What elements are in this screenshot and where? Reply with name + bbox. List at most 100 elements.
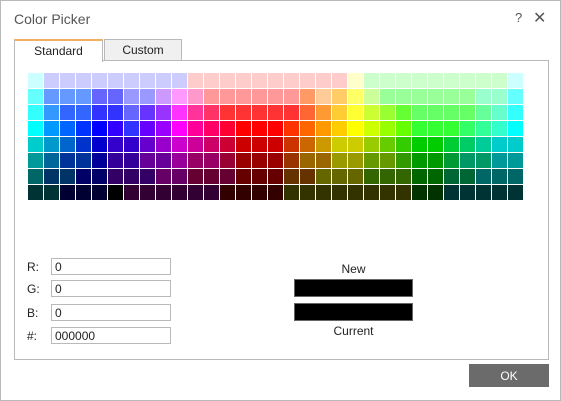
color-swatch[interactable] <box>60 169 75 184</box>
color-swatch[interactable] <box>412 153 427 168</box>
color-swatch[interactable] <box>428 89 443 104</box>
color-swatch[interactable] <box>76 169 91 184</box>
color-swatch[interactable] <box>156 153 171 168</box>
color-swatch[interactable] <box>60 137 75 152</box>
color-swatch[interactable] <box>284 89 299 104</box>
color-swatch[interactable] <box>460 73 475 88</box>
color-swatch[interactable] <box>508 89 523 104</box>
color-swatch[interactable] <box>332 105 347 120</box>
color-swatch[interactable] <box>428 153 443 168</box>
color-swatch[interactable] <box>28 185 43 200</box>
color-swatch[interactable] <box>124 121 139 136</box>
color-swatch[interactable] <box>140 137 155 152</box>
color-swatch[interactable] <box>380 121 395 136</box>
color-swatch[interactable] <box>444 89 459 104</box>
color-swatch[interactable] <box>348 73 363 88</box>
color-swatch[interactable] <box>92 73 107 88</box>
color-swatch[interactable] <box>108 153 123 168</box>
color-swatch[interactable] <box>268 121 283 136</box>
color-swatch[interactable] <box>156 137 171 152</box>
color-swatch[interactable] <box>428 185 443 200</box>
color-swatch[interactable] <box>364 153 379 168</box>
color-swatch[interactable] <box>204 105 219 120</box>
color-swatch[interactable] <box>108 137 123 152</box>
color-swatch[interactable] <box>460 185 475 200</box>
color-swatch[interactable] <box>300 185 315 200</box>
color-swatch[interactable] <box>460 169 475 184</box>
color-swatch[interactable] <box>76 105 91 120</box>
color-swatch[interactable] <box>300 89 315 104</box>
color-swatch[interactable] <box>236 137 251 152</box>
color-swatch[interactable] <box>492 137 507 152</box>
color-swatch[interactable] <box>284 153 299 168</box>
color-swatch[interactable] <box>300 73 315 88</box>
color-swatch[interactable] <box>44 153 59 168</box>
color-swatch[interactable] <box>60 105 75 120</box>
color-swatch[interactable] <box>76 137 91 152</box>
color-swatch[interactable] <box>44 73 59 88</box>
color-swatch[interactable] <box>76 121 91 136</box>
color-swatch[interactable] <box>92 89 107 104</box>
color-swatch[interactable] <box>348 89 363 104</box>
color-swatch[interactable] <box>476 137 491 152</box>
color-swatch[interactable] <box>492 89 507 104</box>
color-swatch[interactable] <box>76 185 91 200</box>
color-swatch[interactable] <box>460 153 475 168</box>
color-swatch[interactable] <box>444 105 459 120</box>
color-swatch[interactable] <box>124 185 139 200</box>
color-swatch[interactable] <box>28 89 43 104</box>
color-swatch[interactable] <box>188 169 203 184</box>
color-swatch[interactable] <box>396 105 411 120</box>
ok-button[interactable]: OK <box>469 364 549 387</box>
color-swatch[interactable] <box>220 121 235 136</box>
color-swatch[interactable] <box>220 169 235 184</box>
color-swatch[interactable] <box>28 73 43 88</box>
color-swatch[interactable] <box>284 169 299 184</box>
color-swatch[interactable] <box>220 185 235 200</box>
color-swatch[interactable] <box>364 121 379 136</box>
color-swatch[interactable] <box>300 169 315 184</box>
color-swatch[interactable] <box>268 153 283 168</box>
color-swatch[interactable] <box>172 73 187 88</box>
color-swatch[interactable] <box>60 89 75 104</box>
color-swatch[interactable] <box>28 105 43 120</box>
color-swatch[interactable] <box>444 137 459 152</box>
color-swatch[interactable] <box>508 121 523 136</box>
color-swatch[interactable] <box>124 73 139 88</box>
color-swatch[interactable] <box>140 121 155 136</box>
color-swatch[interactable] <box>332 169 347 184</box>
color-swatch[interactable] <box>492 185 507 200</box>
color-swatch[interactable] <box>316 153 331 168</box>
color-swatch[interactable] <box>252 137 267 152</box>
color-swatch[interactable] <box>396 169 411 184</box>
color-swatch[interactable] <box>428 137 443 152</box>
color-swatch[interactable] <box>316 73 331 88</box>
color-swatch[interactable] <box>268 185 283 200</box>
color-swatch[interactable] <box>460 105 475 120</box>
hex-input[interactable] <box>51 327 171 344</box>
color-swatch[interactable] <box>284 137 299 152</box>
color-swatch[interactable] <box>284 185 299 200</box>
color-swatch[interactable] <box>460 137 475 152</box>
color-swatch[interactable] <box>396 153 411 168</box>
color-swatch[interactable] <box>364 89 379 104</box>
color-swatch[interactable] <box>332 89 347 104</box>
color-swatch[interactable] <box>252 185 267 200</box>
color-swatch[interactable] <box>236 105 251 120</box>
color-swatch[interactable] <box>140 153 155 168</box>
color-swatch[interactable] <box>140 89 155 104</box>
color-swatch[interactable] <box>236 73 251 88</box>
color-swatch[interactable] <box>172 153 187 168</box>
help-icon[interactable]: ? <box>515 10 522 25</box>
color-swatch[interactable] <box>60 185 75 200</box>
color-swatch[interactable] <box>92 121 107 136</box>
color-swatch[interactable] <box>412 137 427 152</box>
color-swatch[interactable] <box>268 73 283 88</box>
color-swatch[interactable] <box>268 169 283 184</box>
color-swatch[interactable] <box>380 169 395 184</box>
color-swatch[interactable] <box>236 89 251 104</box>
color-swatch[interactable] <box>364 185 379 200</box>
color-swatch[interactable] <box>204 137 219 152</box>
color-swatch[interactable] <box>124 137 139 152</box>
color-swatch[interactable] <box>156 105 171 120</box>
